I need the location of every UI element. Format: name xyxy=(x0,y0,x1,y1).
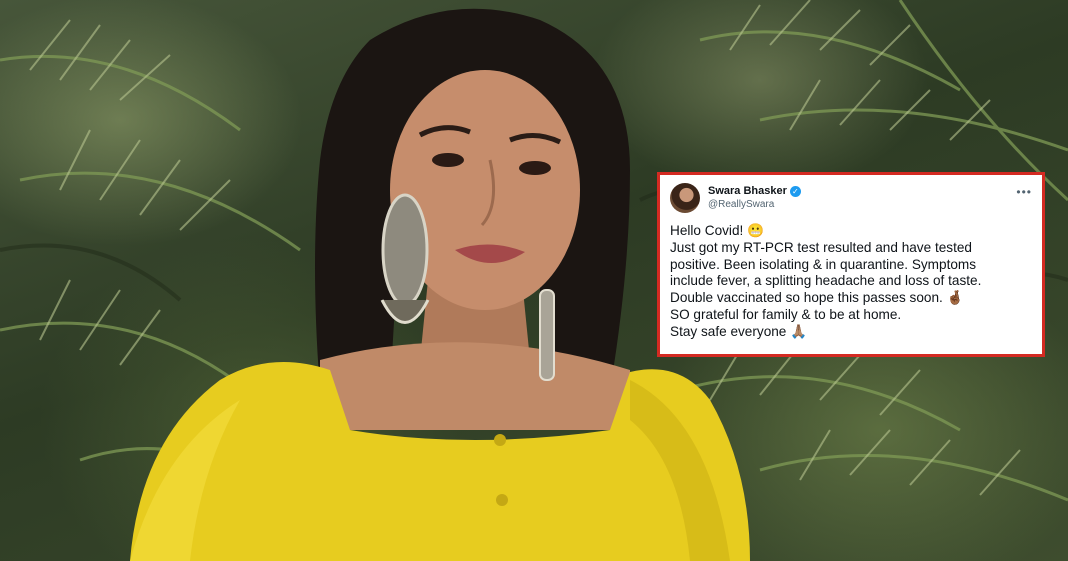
verified-badge-icon: ✓ xyxy=(789,185,801,197)
avatar[interactable] xyxy=(670,183,700,213)
tweet-line: positive. Been isolating & in quarantine… xyxy=(670,256,977,272)
tweet-line: SO grateful for family & to be at home. xyxy=(670,306,902,322)
tweet-line: Hello Covid! 😬 xyxy=(670,223,764,238)
tweet-author: Swara Bhasker ✓ @ReallySwara xyxy=(708,184,1016,212)
more-options-icon[interactable]: ••• xyxy=(1016,185,1032,199)
woman-portrait xyxy=(130,8,750,561)
tweet-card: Swara Bhasker ✓ @ReallySwara ••• Hello C… xyxy=(657,172,1045,357)
author-name[interactable]: Swara Bhasker xyxy=(708,184,787,198)
tweet-line: Just got my RT-PCR test resulted and hav… xyxy=(670,239,972,255)
tweet-line: include fever, a splitting headache and … xyxy=(670,273,982,289)
tweet-header: Swara Bhasker ✓ @ReallySwara ••• xyxy=(670,183,1032,213)
tweet-text: Hello Covid! 😬 Just got my RT-PCR test r… xyxy=(670,223,1032,341)
author-handle[interactable]: @ReallySwara xyxy=(708,198,1016,212)
tweet-line: Double vaccinated so hope this passes so… xyxy=(670,290,964,306)
tweet-line: Stay safe everyone 🙏🏽 xyxy=(670,323,808,339)
author-name-row: Swara Bhasker ✓ xyxy=(708,184,1016,198)
